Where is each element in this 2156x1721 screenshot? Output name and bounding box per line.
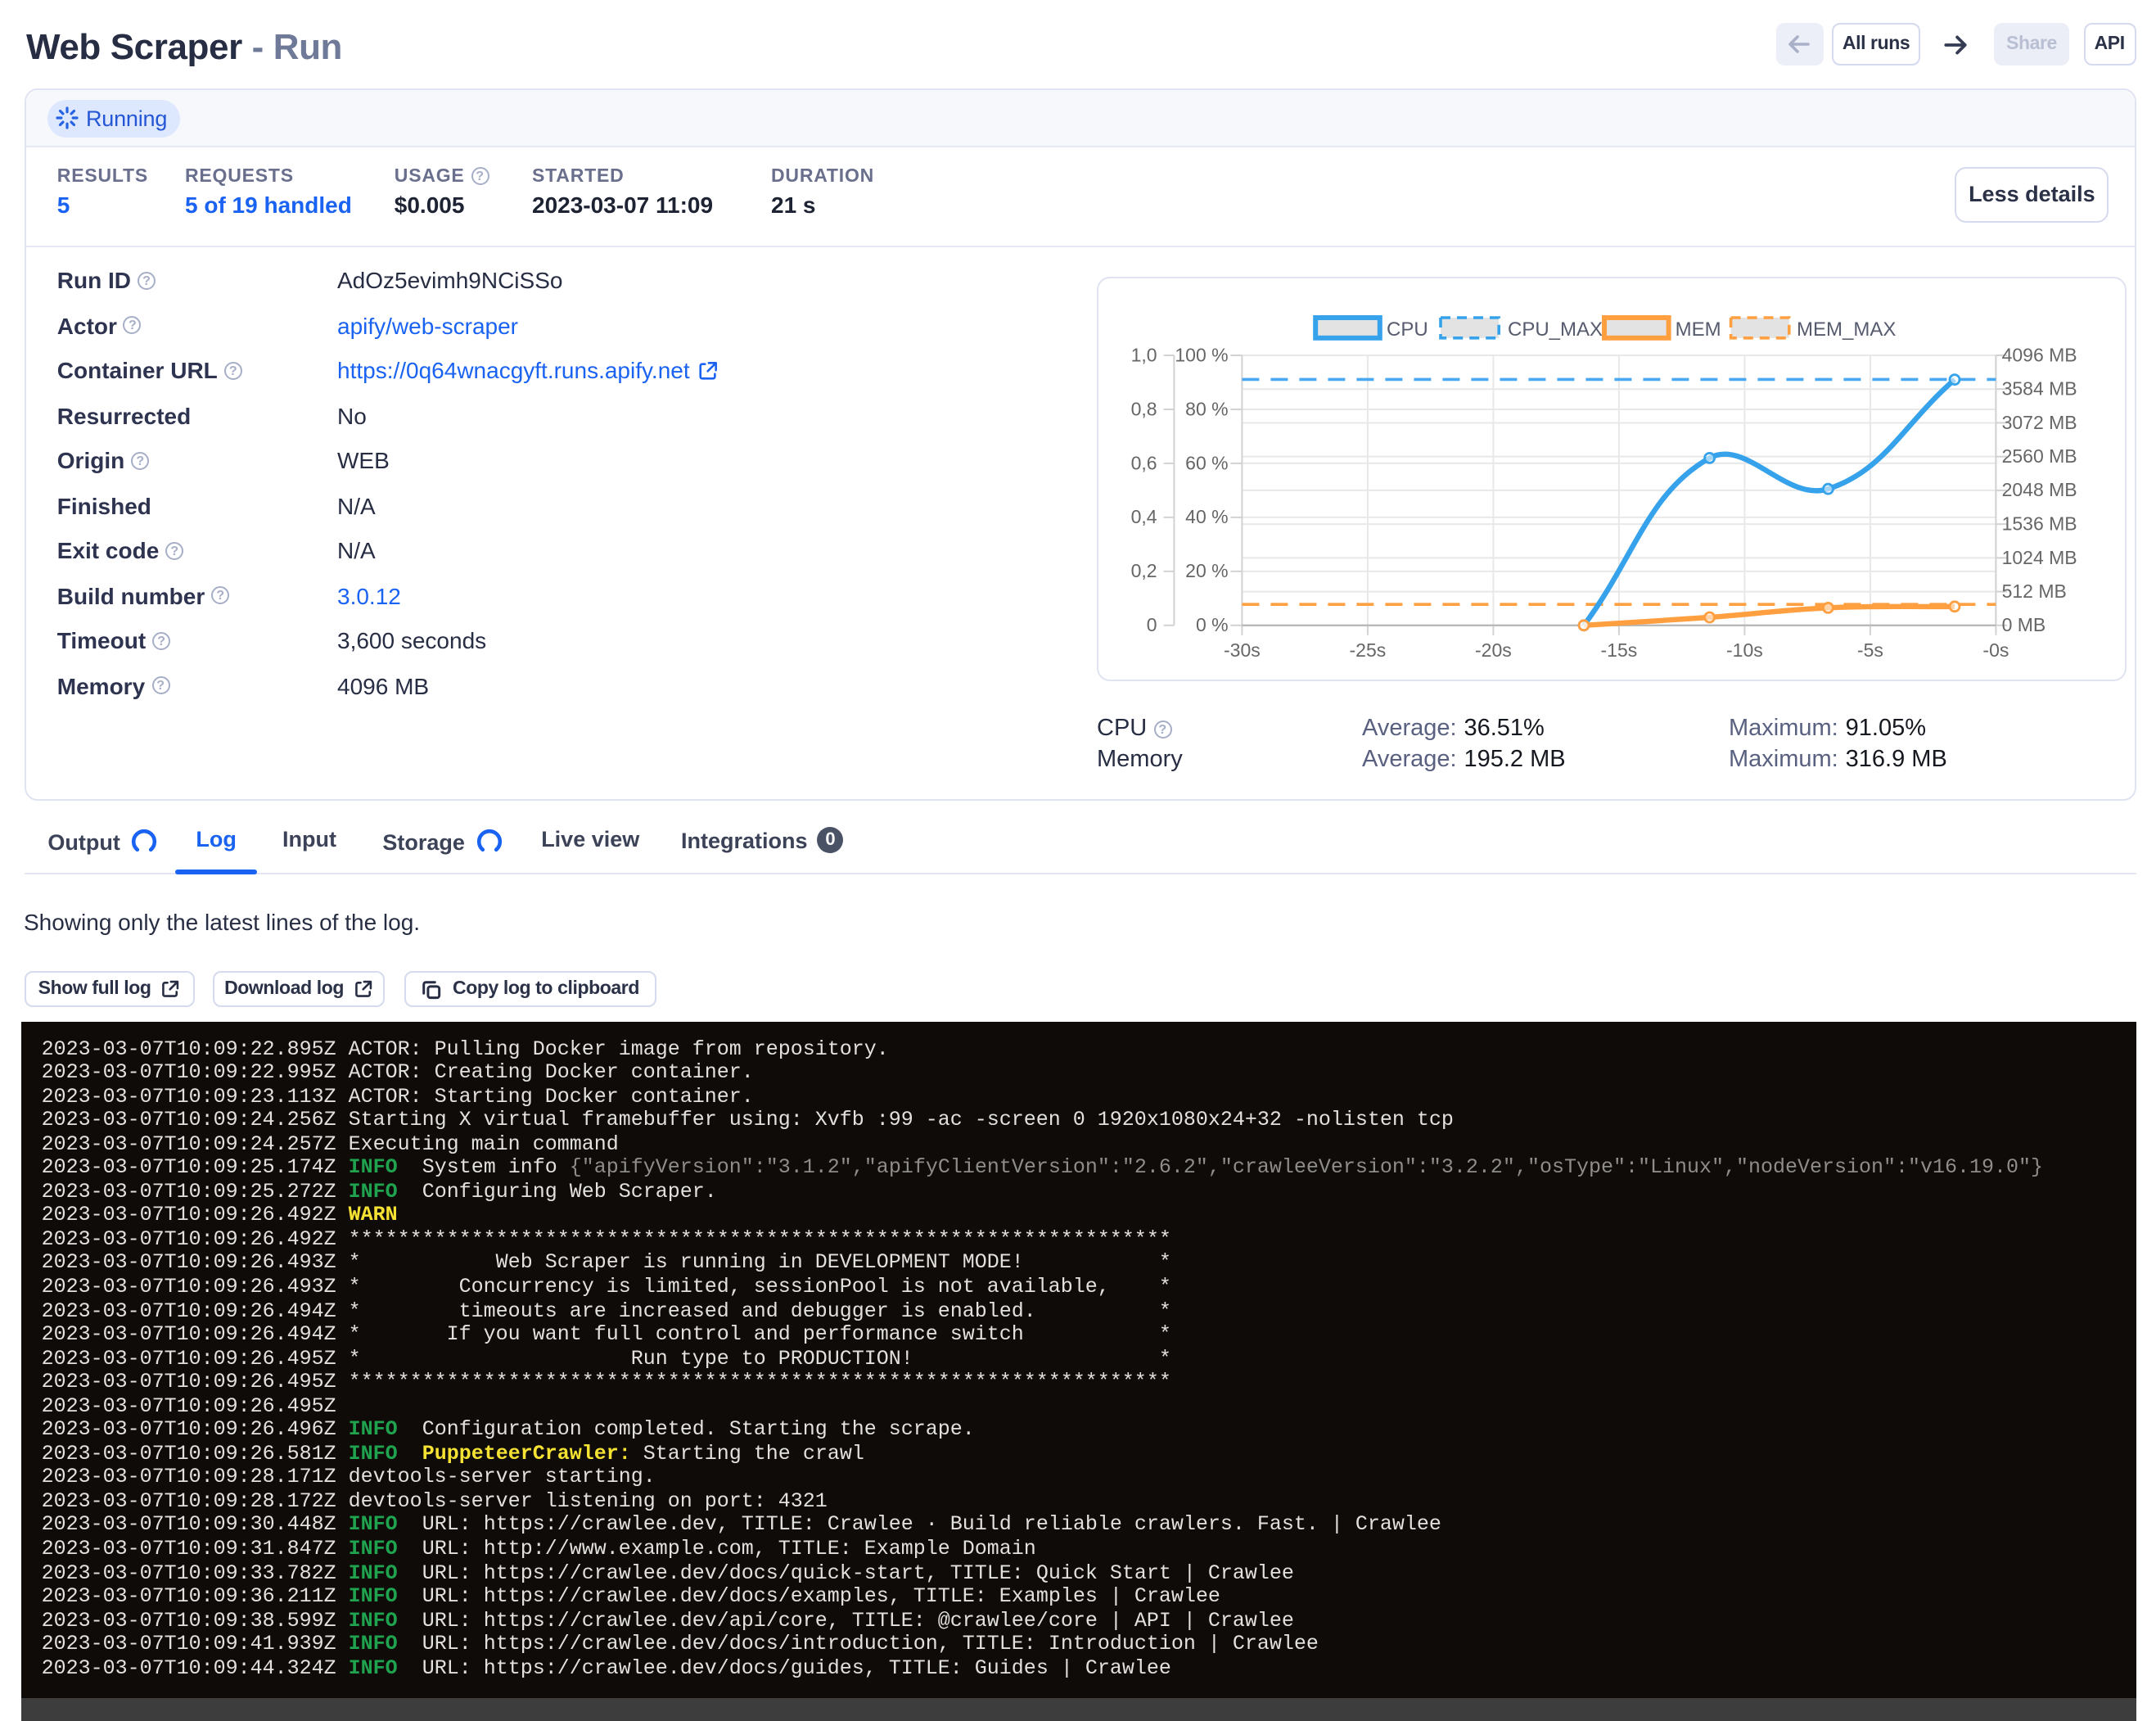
- svg-text:3584 MB: 3584 MB: [2001, 377, 2077, 399]
- svg-text:-30s: -30s: [1223, 639, 1260, 660]
- svg-text:60 %: 60 %: [1184, 451, 1227, 472]
- svg-text:0: 0: [1146, 613, 1157, 635]
- svg-text:MEM_MAX: MEM_MAX: [1796, 318, 1895, 340]
- svg-text:-10s: -10s: [1725, 639, 1762, 660]
- svg-text:1536 MB: 1536 MB: [2001, 513, 2077, 534]
- svg-text:80 %: 80 %: [1184, 397, 1227, 418]
- svg-text:1024 MB: 1024 MB: [2001, 546, 2077, 567]
- svg-text:-20s: -20s: [1474, 639, 1511, 660]
- svg-text:512 MB: 512 MB: [2001, 580, 2066, 601]
- svg-text:1,0: 1,0: [1130, 343, 1157, 364]
- svg-text:0,4: 0,4: [1130, 505, 1157, 526]
- svg-text:-15s: -15s: [1600, 639, 1637, 660]
- svg-text:40 %: 40 %: [1184, 505, 1227, 526]
- svg-text:3072 MB: 3072 MB: [2001, 411, 2077, 432]
- svg-text:2048 MB: 2048 MB: [2001, 478, 2077, 499]
- svg-text:100 %: 100 %: [1174, 343, 1227, 364]
- svg-text:0 MB: 0 MB: [2001, 613, 2045, 635]
- svg-text:0,6: 0,6: [1130, 451, 1157, 472]
- svg-text:0 %: 0 %: [1195, 613, 1228, 635]
- svg-text:2560 MB: 2560 MB: [2001, 445, 2077, 466]
- svg-text:0,8: 0,8: [1130, 397, 1157, 418]
- svg-text:20 %: 20 %: [1184, 559, 1227, 580]
- svg-text:MEM: MEM: [1675, 318, 1721, 340]
- svg-text:0,2: 0,2: [1130, 559, 1157, 580]
- svg-text:-25s: -25s: [1349, 639, 1386, 660]
- svg-text:CPU: CPU: [1386, 318, 1428, 340]
- svg-text:-0s: -0s: [1982, 639, 2008, 660]
- svg-text:-5s: -5s: [1856, 639, 1883, 660]
- svg-text:4096 MB: 4096 MB: [2001, 343, 2077, 364]
- svg-text:CPU_MAX: CPU_MAX: [1507, 318, 1602, 340]
